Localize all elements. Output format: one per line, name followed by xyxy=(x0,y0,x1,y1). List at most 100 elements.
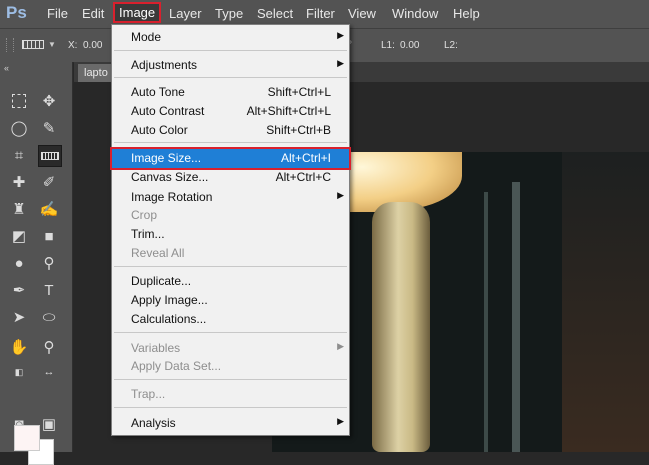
ellipse-icon[interactable]: ⬭ xyxy=(38,307,60,327)
dodge-icon[interactable]: ⚲ xyxy=(38,253,60,273)
quick-selection-icon[interactable]: ✎ xyxy=(38,118,60,138)
menu-help[interactable]: Help xyxy=(453,6,480,21)
path-selection-icon[interactable]: ➤ xyxy=(8,307,30,327)
l2-label: L2: xyxy=(444,40,458,51)
submenu-arrow-icon: ▶ xyxy=(337,190,344,200)
photo-background xyxy=(562,152,649,452)
foreground-color-swatch[interactable] xyxy=(14,425,40,451)
photo-pole xyxy=(484,192,488,452)
ruler-tool-icon[interactable] xyxy=(22,40,44,49)
eraser-icon[interactable]: ◩ xyxy=(8,226,30,246)
menu-item-shortcut: Shift+Ctrl+L xyxy=(267,85,331,99)
grip-handle[interactable] xyxy=(6,38,14,52)
menu-item-auto-tone[interactable]: Auto Tone Shift+Ctrl+L xyxy=(112,83,349,102)
menu-item-label: Apply Image... xyxy=(131,293,208,307)
menu-type[interactable]: Type xyxy=(215,6,243,21)
menu-item-label: Apply Data Set... xyxy=(131,359,222,373)
menu-item-label: Calculations... xyxy=(131,312,207,326)
x-label: X: xyxy=(68,40,78,51)
blur-icon[interactable]: ● xyxy=(8,253,30,273)
rectangular-marquee-icon[interactable] xyxy=(8,91,30,111)
hand-icon[interactable]: ✋ xyxy=(8,337,30,357)
type-tool-icon[interactable]: T xyxy=(38,280,60,300)
menu-item-reveal-all: Reveal All xyxy=(112,244,349,263)
menu-separator xyxy=(114,407,347,408)
l1-value: 0.00 xyxy=(400,40,420,51)
menu-item-label: Mode xyxy=(131,30,162,44)
history-brush-icon[interactable]: ✍ xyxy=(38,199,60,219)
tools-panel: « ✥ ◯ ✎ ⌗ ✚ ✐ ♜ ✍ ◩ ■ ● ⚲ ✒ T ➤ ⬭ ✋ ⚲ ◧ … xyxy=(0,62,73,465)
menu-item-apply-image[interactable]: Apply Image... xyxy=(112,291,349,310)
menu-item-adjustments[interactable]: Adjustments ▶ xyxy=(112,56,349,75)
tool-preset-chevron-icon[interactable]: ▼ xyxy=(48,40,56,49)
menu-item-label: Auto Contrast xyxy=(131,104,205,118)
menu-item-calculations[interactable]: Calculations... xyxy=(112,310,349,329)
menu-item-auto-color[interactable]: Auto Color Shift+Ctrl+B xyxy=(112,121,349,140)
menu-filter[interactable]: Filter xyxy=(306,6,335,21)
menu-item-shortcut: Alt+Shift+Ctrl+L xyxy=(246,104,331,118)
menu-item-mode[interactable]: Mode ▶ xyxy=(112,28,349,47)
menu-item-trap: Trap... xyxy=(112,385,349,404)
menu-separator xyxy=(114,142,347,143)
healing-brush-icon[interactable]: ✚ xyxy=(8,172,30,192)
menu-item-shortcut: Alt+Ctrl+I xyxy=(280,151,331,165)
menu-item-label: Reveal All xyxy=(131,246,185,260)
menu-window[interactable]: Window xyxy=(392,6,438,21)
menu-item-image-rotation[interactable]: Image Rotation ▶ xyxy=(112,188,349,207)
menu-separator xyxy=(114,379,347,380)
x-value: 0.00 xyxy=(83,40,103,51)
menu-item-label: Trap... xyxy=(131,387,166,401)
zoom-icon[interactable]: ⚲ xyxy=(38,337,60,357)
submenu-arrow-icon: ▶ xyxy=(337,416,344,426)
menu-file[interactable]: File xyxy=(47,6,68,21)
menu-item-analysis[interactable]: Analysis ▶ xyxy=(112,414,349,433)
menu-item-label: Image Size... xyxy=(131,151,202,165)
menu-item-auto-contrast[interactable]: Auto Contrast Alt+Shift+Ctrl+L xyxy=(112,102,349,121)
image-menu-dropdown: Mode ▶ Adjustments ▶ Auto Tone Shift+Ctr… xyxy=(110,24,351,436)
menu-item-label: Auto Color xyxy=(131,123,188,137)
menu-item-label: Crop xyxy=(131,208,158,222)
submenu-arrow-icon: ▶ xyxy=(337,341,344,351)
collapse-icon[interactable]: « xyxy=(4,63,9,73)
photo-pole xyxy=(512,182,520,452)
menu-separator xyxy=(114,266,347,267)
menu-separator xyxy=(114,77,347,78)
menu-item-image-size[interactable]: Image Size... Alt+Ctrl+I xyxy=(110,147,351,170)
menu-select[interactable]: Select xyxy=(257,6,293,21)
photo-lamp-stem xyxy=(372,202,430,452)
menu-view[interactable]: View xyxy=(348,6,376,21)
menu-separator xyxy=(114,332,347,333)
menu-item-crop: Crop xyxy=(112,206,349,225)
menu-item-shortcut: Alt+Ctrl+C xyxy=(275,170,331,184)
menu-item-canvas-size[interactable]: Canvas Size... Alt+Ctrl+C xyxy=(112,168,349,187)
screen-mode-icon[interactable]: ▣ xyxy=(38,414,60,434)
submenu-arrow-icon: ▶ xyxy=(337,30,344,40)
menu-separator xyxy=(114,50,347,51)
menu-item-label: Auto Tone xyxy=(131,85,185,99)
ruler-icon[interactable] xyxy=(38,145,62,167)
menu-image[interactable]: Image xyxy=(112,2,162,23)
gradient-icon[interactable]: ■ xyxy=(38,226,60,246)
default-colors-icon[interactable]: ◧ xyxy=(8,362,30,382)
swap-colors-icon[interactable]: ↔ xyxy=(38,362,60,382)
pen-icon[interactable]: ✒ xyxy=(8,280,30,300)
l1-label: L1: xyxy=(381,40,395,51)
clone-stamp-icon[interactable]: ♜ xyxy=(8,199,30,219)
menu-item-label: Duplicate... xyxy=(131,274,192,288)
menu-layer[interactable]: Layer xyxy=(169,6,202,21)
crop-icon[interactable]: ⌗ xyxy=(8,145,30,165)
menu-item-duplicate[interactable]: Duplicate... xyxy=(112,272,349,291)
menu-item-label: Variables xyxy=(131,341,181,355)
menu-item-trim[interactable]: Trim... xyxy=(112,225,349,244)
menu-item-apply-data-set: Apply Data Set... xyxy=(112,357,349,376)
move-tool-icon[interactable]: ✥ xyxy=(38,91,60,111)
lasso-icon[interactable]: ◯ xyxy=(8,118,30,138)
submenu-arrow-icon: ▶ xyxy=(337,58,344,68)
menu-item-shortcut: Shift+Ctrl+B xyxy=(266,123,331,137)
menu-item-label: Adjustments xyxy=(131,58,198,72)
menu-item-label: Image Rotation xyxy=(131,190,213,204)
menu-edit[interactable]: Edit xyxy=(82,6,104,21)
menu-item-label: Trim... xyxy=(131,227,165,241)
brush-icon[interactable]: ✐ xyxy=(38,172,60,192)
menu-item-label: Canvas Size... xyxy=(131,170,209,184)
